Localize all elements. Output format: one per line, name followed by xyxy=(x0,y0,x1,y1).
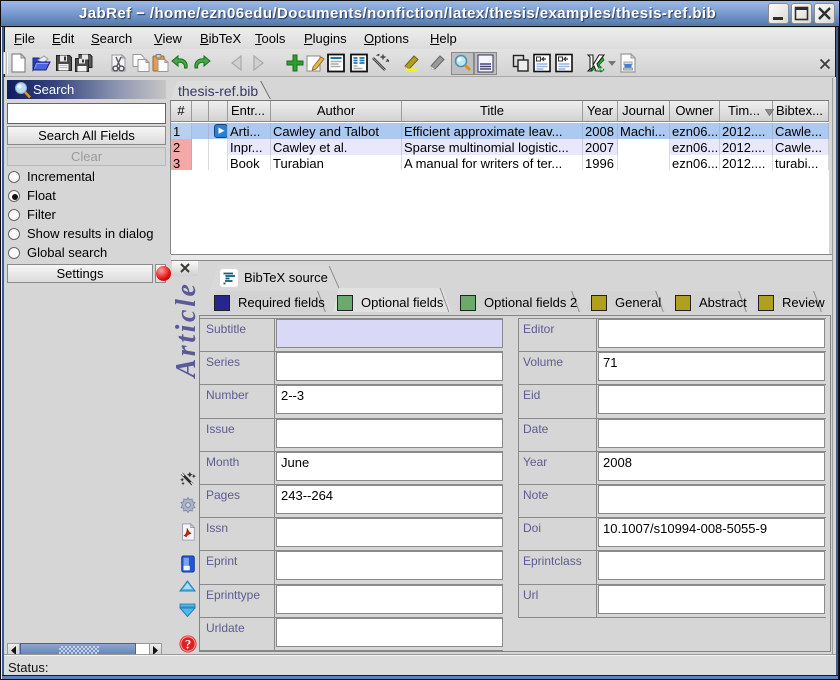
svg-text:TeX: TeX xyxy=(596,67,605,72)
svg-text:?: ? xyxy=(185,638,191,652)
